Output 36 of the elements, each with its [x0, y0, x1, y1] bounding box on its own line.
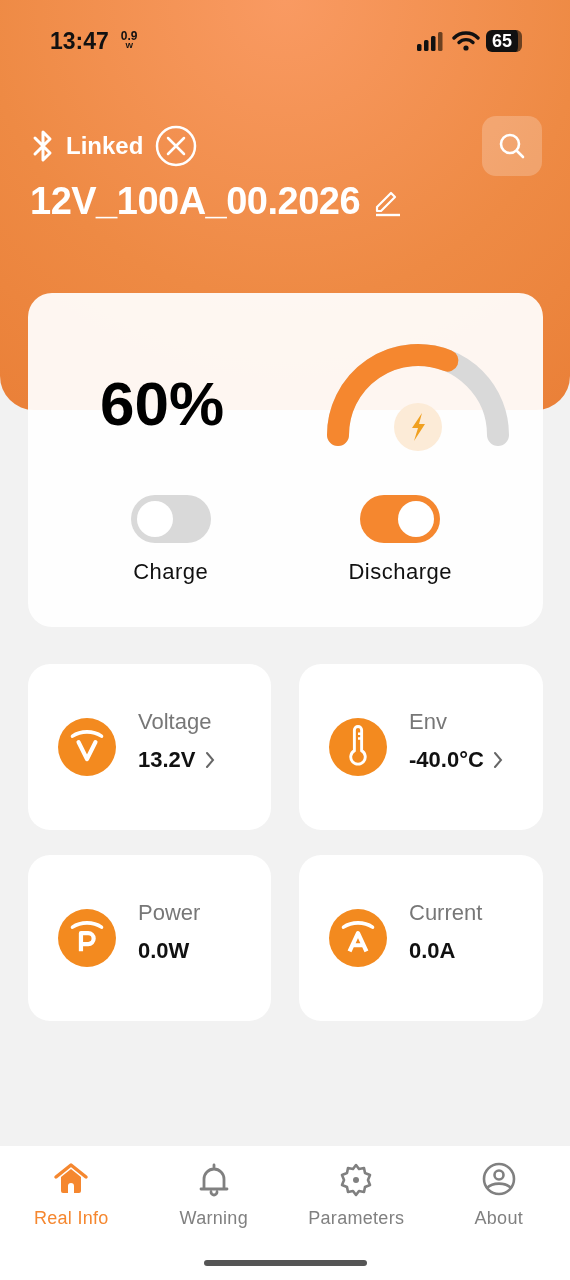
signal-icon: [415, 31, 446, 51]
thermometer-icon: [329, 718, 387, 776]
metric-card[interactable]: Power 0.0W: [28, 855, 271, 1021]
metric-card[interactable]: Voltage 13.2V: [28, 664, 271, 830]
switch-label: Charge: [133, 559, 209, 585]
wifi-icon: [451, 31, 480, 51]
metric-value: -40.0°C: [409, 747, 484, 773]
power-reading: 0.9: [120, 31, 138, 41]
power-unit: W: [125, 41, 133, 51]
metric-label: Voltage: [138, 709, 213, 735]
toggle-switch[interactable]: [130, 495, 211, 543]
profile-icon: [480, 1162, 517, 1198]
current-meter-icon: [329, 909, 387, 967]
switch-label: Discharge: [348, 559, 452, 585]
metric-card[interactable]: Env -40.0°C: [299, 664, 543, 830]
toggle-switch[interactable]: [360, 495, 441, 543]
metric-card[interactable]: Current 0.0A: [299, 855, 543, 1021]
metric-label: Current: [409, 900, 483, 926]
tab[interactable]: About: [427, 1162, 570, 1232]
battery-indicator: 65: [485, 30, 522, 52]
search-button[interactable]: [482, 116, 542, 176]
tab[interactable]: Warning: [142, 1162, 285, 1232]
connection-status: Linked: [66, 132, 144, 160]
metric-value: 0.0A: [409, 938, 456, 964]
disconnect-icon[interactable]: [155, 125, 198, 167]
metric-value: 0.0W: [138, 938, 190, 964]
metric-label: Power: [138, 900, 201, 926]
voltage-icon: [58, 718, 116, 776]
battery-percent: 60%: [100, 367, 225, 439]
device-name: 12V_100A_00.2026: [30, 180, 361, 223]
search-icon: [497, 131, 527, 161]
metric-label: Env: [409, 709, 448, 735]
tab[interactable]: Parameters: [285, 1162, 428, 1232]
clock-time: 13:47: [50, 27, 109, 55]
power-meter-icon: [58, 909, 116, 967]
metric-value: 13.2V: [138, 747, 196, 773]
